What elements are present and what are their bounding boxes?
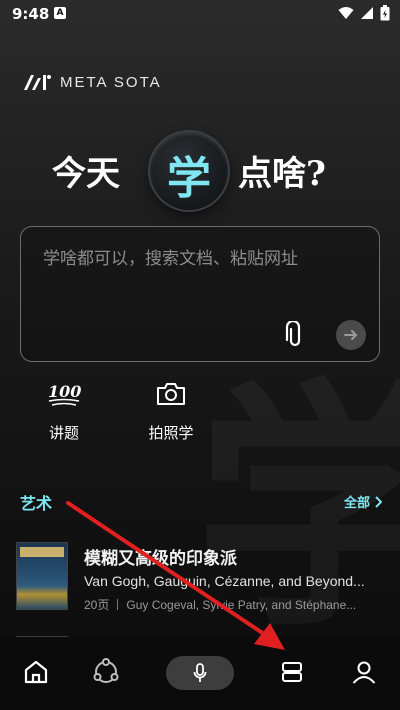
search-input[interactable]: 学啥都可以，搜索文档、粘贴网址	[20, 226, 380, 362]
nav-community[interactable]	[86, 654, 126, 690]
brand-name: META SOTA	[60, 73, 162, 91]
book-title: 模糊又高级的印象派	[84, 549, 237, 569]
attachment-icon[interactable]	[283, 321, 307, 349]
headline: 今天 学 点啥?	[0, 130, 400, 210]
list-divider	[16, 636, 68, 637]
community-icon	[93, 658, 119, 683]
headline-left: 今天	[52, 154, 120, 194]
bottom-nav	[0, 638, 400, 710]
nav-profile[interactable]	[344, 654, 384, 690]
camera-icon	[157, 383, 185, 405]
search-placeholder: 学啥都可以，搜索文档、粘贴网址	[43, 249, 298, 269]
home-icon	[24, 660, 48, 684]
headline-right: 点啥?	[238, 154, 326, 194]
quick-action-explain[interactable]: 100 讲题	[29, 378, 99, 443]
microphone-icon	[193, 663, 207, 682]
status-time: 9:48	[12, 5, 50, 23]
wifi-icon	[338, 7, 354, 19]
hundred-points-icon: 100	[48, 382, 81, 406]
see-all-label: 全部	[343, 496, 370, 511]
status-icons	[338, 5, 390, 21]
status-bar: 9:48 A	[0, 0, 400, 28]
profile-icon	[352, 661, 376, 684]
book-subtitle: Van Gogh, Gauguin, Cézanne, and Beyond..…	[84, 573, 365, 589]
battery-icon	[380, 5, 390, 21]
nav-library[interactable]	[272, 654, 312, 690]
book-cover	[16, 542, 68, 610]
book-meta: 20页 Guy Cogeval, Sylvie Patry, and Stépha…	[84, 596, 384, 613]
quick-action-label: 讲题	[48, 424, 79, 442]
signal-icon	[361, 7, 373, 19]
book-authors: Guy Cogeval, Sylvie Patry, and Stéphane.…	[126, 598, 357, 612]
headline-emblem: 学	[150, 132, 228, 210]
see-all-link[interactable]: 全部	[344, 492, 382, 511]
chevron-right-icon	[375, 495, 382, 508]
nav-home[interactable]	[16, 654, 56, 690]
app-screen: 9:48 A 学 META SOTA 今天 学 点啥? 学啥都可以，搜索文档、粘…	[0, 0, 400, 710]
app-logo: META SOTA	[22, 72, 162, 92]
arrow-right-icon	[344, 330, 357, 340]
send-button[interactable]	[336, 320, 366, 350]
notification-badge: A	[54, 7, 66, 19]
headline-center-char: 学	[167, 153, 211, 204]
svg-text:100: 100	[48, 382, 81, 401]
quick-action-photo[interactable]: 拍照学	[136, 378, 206, 443]
library-icon	[282, 662, 302, 682]
section-title: 艺术	[20, 494, 53, 513]
voice-input-button[interactable]	[166, 656, 234, 690]
meta-sota-logo-icon	[24, 75, 51, 90]
list-item[interactable]: 模糊又高级的印象派 Van Gogh, Gauguin, Cézanne, an…	[16, 540, 386, 612]
book-pages: 20页	[84, 598, 110, 612]
quick-action-label: 拍照学	[148, 424, 194, 442]
